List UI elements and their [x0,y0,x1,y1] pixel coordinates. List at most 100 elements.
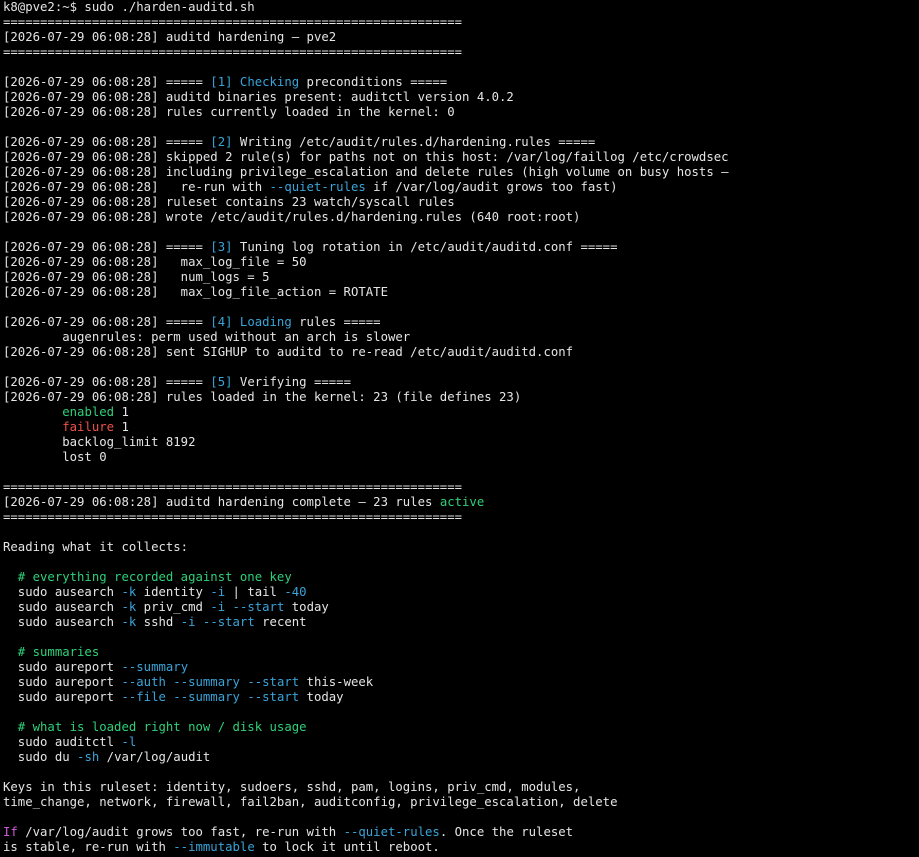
terminal-segment [3,420,62,434]
terminal-output[interactable]: k8@pve2:~$ sudo ./harden-auditd.sh ======… [0,0,919,857]
terminal-line: # everything recorded against one key [3,570,919,585]
terminal-segment: lost 0 [3,450,107,464]
terminal-line: [2026-07-29 06:08:28] auditd binaries pr… [3,90,919,105]
terminal-segment: [2026-07-29 06:08:28] ===== [3,315,211,329]
terminal-segment: [2026-07-29 06:08:28] ===== [3,240,211,254]
terminal-segment: today [299,690,344,704]
terminal-segment: Reading what it collects: [3,540,189,554]
terminal-segment: -sh [77,750,100,764]
terminal-segment: ========================================… [3,510,463,524]
terminal-line: [2026-07-29 06:08:28] rules loaded in th… [3,390,919,405]
terminal-line: [2026-07-29 06:08:28] max_log_file_actio… [3,285,919,300]
terminal-segment: [2026-07-29 06:08:28] max_log_file = 50 [3,255,307,269]
terminal-segment: # what is loaded right now / disk usage [3,720,307,734]
terminal-line: [2026-07-29 06:08:28] num_logs = 5 [3,270,919,285]
terminal-segment: ========================================… [3,480,463,494]
terminal-segment: sudo ausearch [3,600,122,614]
terminal-segment: Verifying ===== [232,375,351,389]
terminal-line: [2026-07-29 06:08:28] re-run with --quie… [3,180,919,195]
terminal-segment: [3] [210,240,233,254]
terminal-line: ========================================… [3,15,919,30]
terminal-segment: Tuning log rotation in /etc/audit/auditd… [232,240,618,254]
terminal-segment: [2026-07-29 06:08:28] re-run with [3,180,270,194]
terminal-segment: [2026-07-29 06:08:28] ===== [3,375,211,389]
terminal-segment: failure [62,420,115,434]
terminal-segment: sudo aureport [3,675,122,689]
terminal-line: failure 1 [3,420,919,435]
terminal-line: ========================================… [3,480,919,495]
terminal-segment: [2026-07-29 06:08:28] rules currently lo… [3,105,455,119]
terminal-segment: . Once the ruleset [439,825,574,839]
terminal-segment: /var/log/audit [99,750,211,764]
terminal-line: [2026-07-29 06:08:28] max_log_file = 50 [3,255,919,270]
terminal-segment: [2026-07-29 06:08:28] auditd hardening c… [3,495,440,509]
terminal-segment: sudo ausearch [3,615,122,629]
terminal-line: augenrules: perm used without an arch is… [3,330,919,345]
terminal-segment: backlog_limit 8192 [3,435,196,449]
terminal-segment: Keys in this ruleset: identity, sudoers,… [3,780,581,794]
terminal-segment: [2026-07-29 06:08:28] including privileg… [3,165,729,179]
terminal-segment: /var/log/audit grows too fast, re-run wi… [17,825,344,839]
terminal-segment: rules ===== [291,315,381,329]
terminal-segment: [2026-07-29 06:08:28] sent SIGHUP to aud… [3,345,574,359]
terminal-line: sudo auditctl -l [3,735,919,750]
terminal-line: [2026-07-29 06:08:28] rules currently lo… [3,105,919,120]
terminal-line: ========================================… [3,45,919,60]
terminal-segment: to lock it until reboot. [254,840,440,854]
terminal-segment: preconditions ===== [299,75,448,89]
terminal-line: [2026-07-29 06:08:28] ===== [3] Tuning l… [3,240,919,255]
terminal-line: # summaries [3,645,919,660]
terminal-line: [2026-07-29 06:08:28] auditd hardening —… [3,30,919,45]
terminal-segment: -i --start [210,600,285,614]
terminal-segment: if /var/log/audit grows too fast) [365,180,618,194]
terminal-segment: --quiet-rules [343,825,440,839]
terminal-segment: [1] Checking [210,75,300,89]
terminal-segment: [4] Loading [210,315,292,329]
terminal-segment: [2026-07-29 06:08:28] rules loaded in th… [3,390,522,404]
terminal-segment [3,405,62,419]
terminal-line: sudo aureport --auth --summary --start t… [3,675,919,690]
terminal-segment: [2026-07-29 06:08:28] max_log_file_actio… [3,285,388,299]
terminal-line: [2026-07-29 06:08:28] ruleset contains 2… [3,195,919,210]
terminal-segment: -k [121,600,137,614]
terminal-segment: priv_cmd [136,600,211,614]
terminal-line: backlog_limit 8192 [3,435,919,450]
terminal-line: lost 0 [3,450,919,465]
terminal-line: # what is loaded right now / disk usage [3,720,919,735]
terminal-segment: this-week [299,675,374,689]
terminal-line: [2026-07-29 06:08:28] including privileg… [3,165,919,180]
terminal-segment: 1 [114,420,129,434]
terminal-segment: sudo aureport [3,660,122,674]
terminal-line: enabled 1 [3,405,919,420]
terminal-segment: augenrules: perm used without an arch is… [3,330,411,344]
terminal-segment: identity [136,585,211,599]
terminal-segment: # summaries [3,645,100,659]
terminal-line: sudo du -sh /var/log/audit [3,750,919,765]
terminal-segment: | tail [225,585,285,599]
terminal-segment: -k [121,615,137,629]
terminal-segment: If [3,825,18,839]
terminal-segment: -i [210,585,226,599]
terminal-segment: [5] [210,375,233,389]
terminal-segment: [2026-07-29 06:08:28] ===== [3,75,211,89]
terminal-segment: time_change, network, firewall, fail2ban… [3,795,618,809]
terminal-segment: --immutable [173,840,255,854]
terminal-segment: # everything recorded against one key [3,570,292,584]
terminal-segment: [2026-07-29 06:08:28] num_logs = 5 [3,270,270,284]
terminal-segment: --quiet-rules [269,180,366,194]
terminal-segment: recent [254,615,307,629]
terminal-segment: Writing /etc/audit/rules.d/hardening.rul… [232,135,596,149]
terminal-line: is stable, re-run with --immutable to lo… [3,840,919,855]
terminal-segment: -40 [284,585,307,599]
terminal-segment: -l [121,735,137,749]
